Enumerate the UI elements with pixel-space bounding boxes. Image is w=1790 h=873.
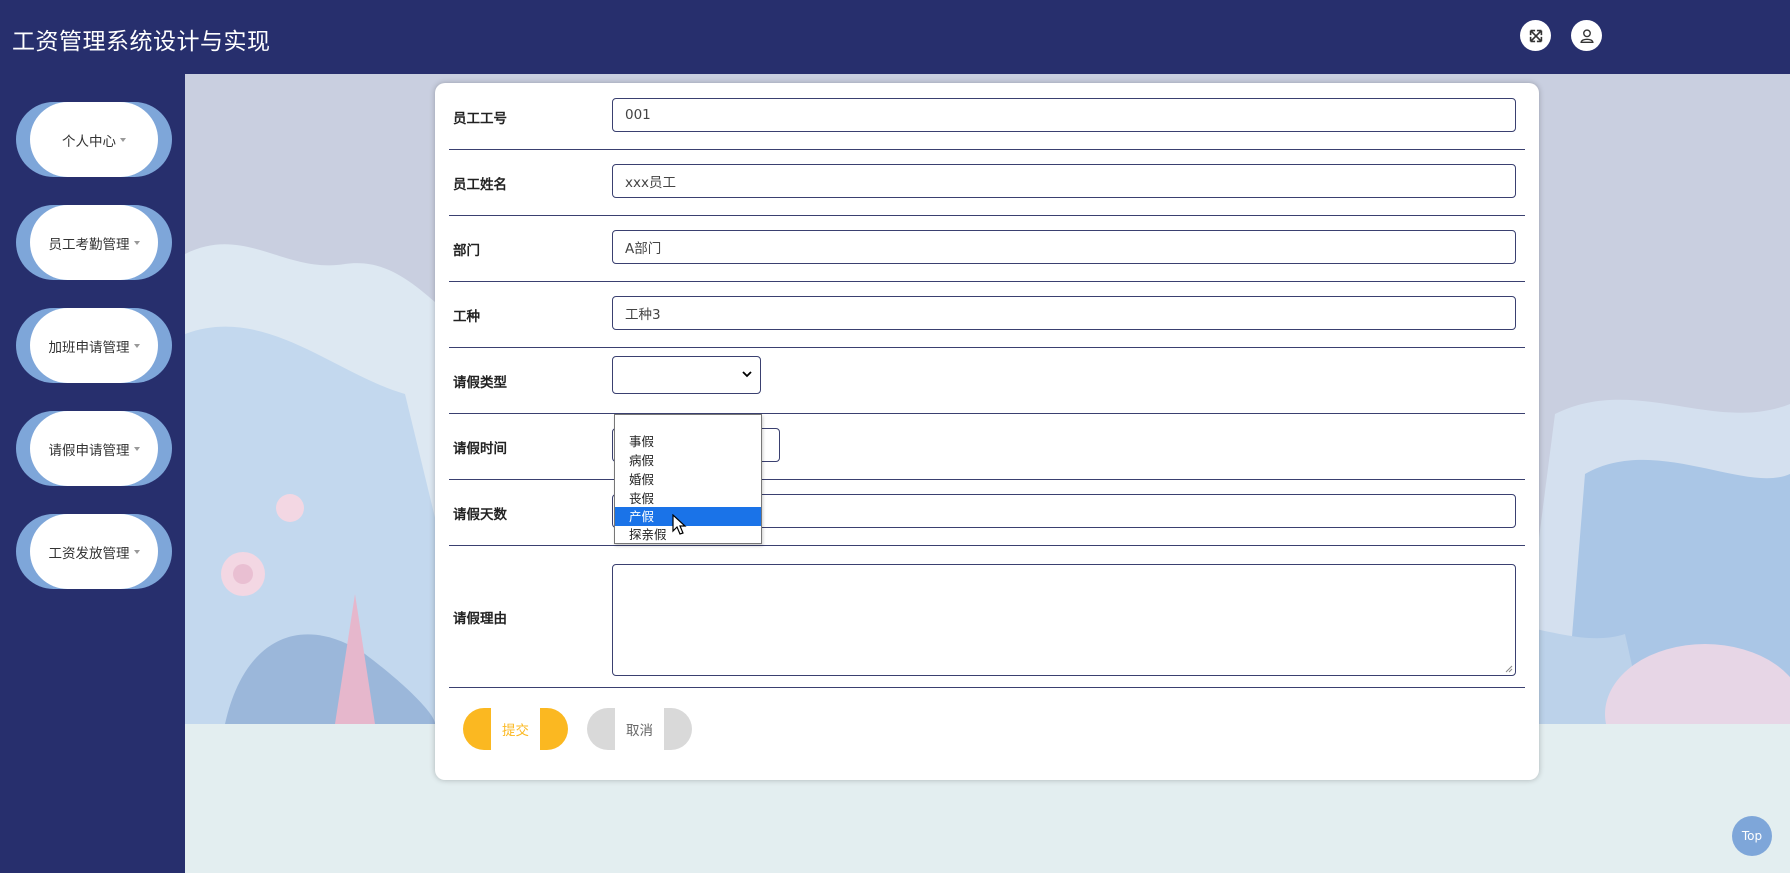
department-label: 部门 — [453, 243, 480, 259]
dropdown-option[interactable]: 事假 — [615, 432, 761, 451]
resize-grip-icon[interactable] — [1504, 664, 1513, 673]
sidebar-item-overtime[interactable]: 加班申请管理 — [16, 308, 172, 383]
sidebar-item-attendance[interactable]: 员工考勤管理 — [16, 205, 172, 280]
sidebar-item-personal-center[interactable]: 个人中心 — [16, 102, 172, 177]
form-row-leave-type: 请假类型 — [449, 347, 1525, 414]
form-row-employee-name: 员工姓名 — [449, 149, 1525, 216]
form-row-leave-reason: 请假理由 — [449, 545, 1525, 688]
caret-down-icon — [133, 446, 140, 451]
sidebar-item-label: 请假申请管理 — [48, 442, 130, 459]
scroll-top-button[interactable]: Top — [1732, 816, 1772, 856]
sidebar-item-salary[interactable]: 工资发放管理 — [16, 514, 172, 589]
employee-id-label: 员工工号 — [453, 111, 507, 127]
form-row-leave-days: 请假天数 — [449, 479, 1525, 546]
fullscreen-button[interactable] — [1520, 20, 1551, 51]
leave-reason-label: 请假理由 — [453, 611, 507, 627]
dropdown-option-highlighted[interactable]: 产假 — [615, 507, 761, 526]
app-title: 工资管理系统设计与实现 — [12, 29, 271, 55]
job-type-input[interactable] — [612, 296, 1516, 330]
caret-down-icon — [133, 343, 140, 348]
leave-type-select[interactable] — [612, 356, 761, 394]
cancel-button-label: 取消 — [615, 708, 664, 750]
sidebar-item-label: 个人中心 — [62, 133, 116, 150]
form-row-employee-id: 员工工号 — [449, 83, 1525, 150]
dropdown-option[interactable]: 丧假 — [615, 489, 761, 508]
dropdown-option[interactable]: 婚假 — [615, 470, 761, 489]
caret-down-icon — [133, 549, 140, 554]
expand-icon — [1529, 29, 1542, 42]
employee-name-input[interactable] — [612, 164, 1516, 198]
leave-days-label: 请假天数 — [453, 507, 507, 523]
app-header: 工资管理系统设计与实现 — [0, 0, 1790, 74]
main-content: 员工工号 员工姓名 部门 工种 请假类型 请假时间 请假天数 — [185, 74, 1790, 873]
sidebar-item-label: 工资发放管理 — [48, 545, 130, 562]
leave-type-label: 请假类型 — [453, 375, 507, 391]
employee-name-label: 员工姓名 — [453, 177, 507, 193]
leave-reason-textarea[interactable] — [612, 564, 1516, 676]
sidebar-item-label: 员工考勤管理 — [48, 236, 130, 253]
form-row-job-type: 工种 — [449, 281, 1525, 348]
sidebar: 个人中心 员工考勤管理 加班申请管理 请假申请管理 工资发放管理 — [0, 74, 185, 873]
dropdown-option[interactable]: 探亲假 — [615, 525, 761, 544]
sidebar-item-leave[interactable]: 请假申请管理 — [16, 411, 172, 486]
form-row-department: 部门 — [449, 215, 1525, 282]
employee-id-input[interactable] — [612, 98, 1516, 132]
mouse-pointer-icon — [672, 514, 687, 535]
sidebar-item-label: 加班申请管理 — [48, 339, 130, 356]
caret-down-icon — [133, 240, 140, 245]
leave-application-form: 员工工号 员工姓名 部门 工种 请假类型 请假时间 请假天数 — [435, 83, 1539, 780]
chevron-down-icon — [742, 371, 752, 378]
leave-type-dropdown-list: 事假 病假 婚假 丧假 产假 探亲假 — [614, 414, 762, 544]
form-row-leave-time: 请假时间 — [449, 413, 1525, 480]
leave-time-label: 请假时间 — [453, 441, 507, 457]
submit-button[interactable]: 提交 — [463, 708, 568, 750]
user-button[interactable] — [1571, 20, 1602, 51]
dropdown-option[interactable]: 病假 — [615, 451, 761, 470]
department-input[interactable] — [612, 230, 1516, 264]
caret-down-icon — [120, 137, 126, 142]
cancel-button[interactable]: 取消 — [587, 708, 692, 750]
job-type-label: 工种 — [453, 309, 480, 325]
submit-button-label: 提交 — [491, 708, 540, 750]
user-icon — [1579, 28, 1594, 43]
